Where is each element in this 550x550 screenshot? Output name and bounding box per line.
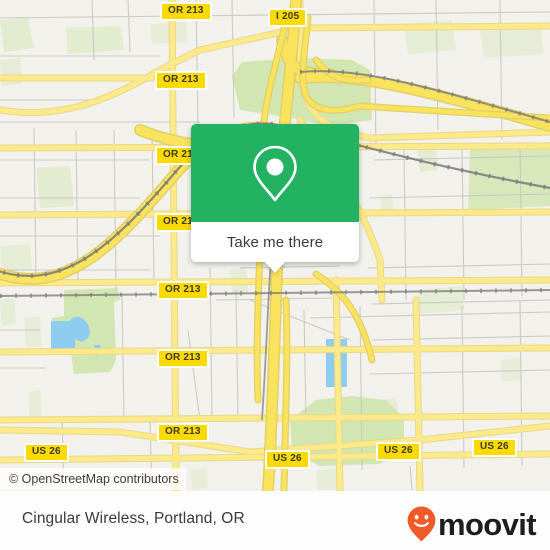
place-title: Cingular Wireless, Portland, OR (22, 510, 245, 527)
moovit-brand[interactable]: moovit (406, 505, 537, 543)
shield-us-26-far-right: US 26 (472, 438, 517, 457)
take-me-there-popup[interactable]: Take me there (191, 124, 359, 273)
moovit-smiley-pin-icon (407, 506, 436, 542)
shield-or-213-center: OR 213 (157, 281, 209, 300)
shield-i-205: I 205 (268, 8, 308, 27)
popup-cta-label[interactable]: Take me there (191, 222, 359, 262)
footer-bar: Cingular Wireless, Portland, OR moovit (0, 491, 550, 550)
shield-or-213-top: OR 213 (160, 2, 212, 21)
moovit-wordmark: moovit (437, 506, 537, 542)
shield-us-26-center: US 26 (265, 450, 310, 469)
shield-us-26-left: US 26 (24, 443, 69, 462)
map-pin-icon (253, 145, 297, 202)
shield-or-213-upper: OR 213 (155, 71, 207, 90)
osm-attribution[interactable]: © OpenStreetMap contributors (0, 468, 186, 490)
shield-us-26-right: US 26 (376, 442, 421, 461)
popup-pointer-tail (264, 261, 286, 273)
shield-or-213-bottom: OR 213 (157, 423, 209, 442)
shield-or-213-lower: OR 213 (157, 349, 209, 368)
moovit-map-screenshot: OR 213 I 205 OR 213 OR 213 OR 213 OR 213 OR 21… (0, 0, 550, 550)
popup-icon-area (191, 124, 359, 222)
